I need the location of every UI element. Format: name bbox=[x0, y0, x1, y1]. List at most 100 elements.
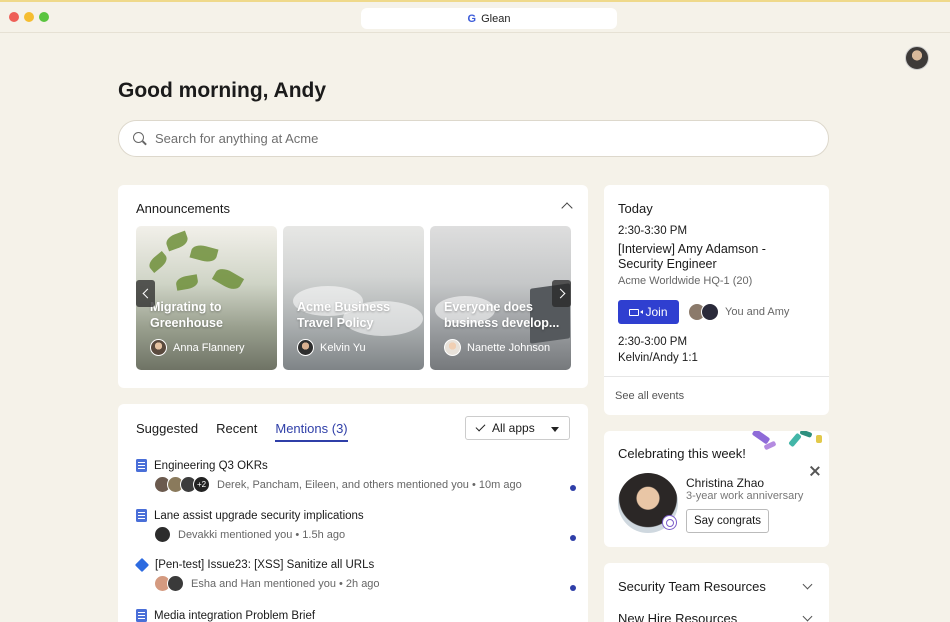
chevron-down-icon[interactable] bbox=[802, 611, 813, 622]
user-avatar[interactable] bbox=[905, 46, 929, 70]
address-bar[interactable]: G Glean bbox=[361, 8, 617, 29]
maximize-window-button[interactable] bbox=[39, 12, 49, 22]
doc-icon bbox=[136, 459, 147, 472]
event-time: 2:30-3:00 PM bbox=[618, 336, 688, 348]
item-meta: Derek, Pancham, Eileen, and others menti… bbox=[217, 478, 522, 491]
announcement-author: Anna Flannery bbox=[150, 339, 245, 356]
list-item[interactable]: [Pen-test] Issue23: [XSS] Sanitize all U… bbox=[134, 557, 576, 592]
avatar-stack: +2 bbox=[154, 476, 210, 493]
event-title[interactable]: [Interview] Amy Adamson - Security Engin… bbox=[618, 242, 808, 272]
jira-icon bbox=[134, 557, 150, 573]
minimize-window-button[interactable] bbox=[24, 12, 34, 22]
item-title: Lane assist upgrade security implication… bbox=[154, 509, 364, 522]
say-congrats-button[interactable]: Say congrats bbox=[686, 509, 769, 533]
celebration-card: Celebrating this week! Christina Zhao 3-… bbox=[604, 431, 829, 547]
resources-card: Security Team Resources New Hire Resourc… bbox=[604, 563, 829, 622]
page-title: Good morning, Andy bbox=[118, 79, 327, 102]
tab-recent[interactable]: Recent bbox=[216, 421, 257, 442]
list-item[interactable]: Media integration Problem Brief bbox=[136, 609, 576, 622]
announcement-title: Migrating to Greenhouse bbox=[150, 300, 223, 330]
announcement-title: Everyone does business develop... bbox=[444, 300, 560, 330]
all-apps-label: All apps bbox=[492, 421, 535, 435]
carousel-prev-button[interactable] bbox=[136, 280, 155, 307]
join-label: Join bbox=[645, 305, 668, 319]
confetti-decoration bbox=[816, 435, 822, 443]
announcement-tile[interactable]: Acme Business Travel Policy Kelvin Yu bbox=[283, 226, 424, 370]
leaf-decoration bbox=[189, 242, 219, 265]
check-icon bbox=[475, 421, 486, 432]
announcement-tile[interactable]: Everyone does business develop... Nanett… bbox=[430, 226, 571, 370]
item-title: Media integration Problem Brief bbox=[154, 609, 316, 622]
avatar bbox=[444, 339, 461, 356]
feed-card: Suggested Recent Mentions (3) All apps E… bbox=[118, 404, 588, 622]
list-item[interactable]: Lane assist upgrade security implication… bbox=[136, 509, 576, 543]
video-camera-icon bbox=[629, 308, 640, 316]
search-input[interactable] bbox=[155, 131, 755, 146]
confetti-decoration bbox=[788, 432, 802, 448]
attendees-label: You and Amy bbox=[725, 306, 790, 318]
leaf-decoration bbox=[146, 250, 170, 274]
search-icon bbox=[133, 131, 147, 146]
event-attendees: You and Amy bbox=[688, 303, 789, 321]
author-name: Anna Flannery bbox=[173, 341, 245, 354]
author-name: Kelvin Yu bbox=[320, 341, 366, 354]
award-badge-icon bbox=[662, 515, 677, 530]
event-location: Acme Worldwide HQ-1 (20) bbox=[618, 275, 753, 287]
avatar bbox=[701, 303, 719, 321]
event-time: 2:30-3:30 PM bbox=[618, 225, 688, 237]
unread-dot bbox=[570, 485, 576, 491]
avatar bbox=[154, 526, 171, 543]
all-apps-dropdown[interactable]: All apps bbox=[465, 416, 570, 440]
celebrant-name: Christina Zhao bbox=[686, 476, 765, 490]
leaf-decoration bbox=[164, 230, 190, 252]
author-name: Nanette Johnson bbox=[467, 341, 551, 354]
announcement-tile[interactable]: Migrating to Greenhouse Anna Flannery bbox=[136, 226, 277, 370]
caret-down-icon bbox=[551, 427, 559, 432]
avatar-stack bbox=[154, 526, 171, 543]
doc-icon bbox=[136, 609, 147, 622]
announcements-card: Announcements Migrating to Greenhouse An… bbox=[118, 185, 588, 388]
tab-mentions[interactable]: Mentions (3) bbox=[275, 421, 348, 442]
tab-title: Glean bbox=[481, 12, 511, 25]
avatar bbox=[167, 575, 184, 592]
glean-logo-icon: G bbox=[467, 12, 477, 25]
avatar bbox=[150, 339, 167, 356]
collapse-chevron-up-icon[interactable] bbox=[561, 202, 573, 214]
announcements-title: Announcements bbox=[136, 201, 230, 216]
item-meta: Esha and Han mentioned you • 2h ago bbox=[191, 577, 380, 590]
resource-section-new-hire[interactable]: New Hire Resources bbox=[618, 611, 737, 622]
join-button[interactable]: Join bbox=[618, 300, 679, 324]
celebration-subtitle: 3-year work anniversary bbox=[686, 490, 804, 502]
search-bar[interactable] bbox=[118, 120, 829, 157]
see-all-events-link[interactable]: See all events bbox=[615, 390, 684, 402]
item-meta: Devakki mentioned you • 1.5h ago bbox=[178, 528, 346, 541]
today-card: Today 2:30-3:30 PM [Interview] Amy Adams… bbox=[604, 185, 829, 415]
list-item[interactable]: Engineering Q3 OKRs +2 Derek, Pancham, E… bbox=[136, 459, 576, 493]
doc-icon bbox=[136, 509, 147, 522]
announcement-author: Kelvin Yu bbox=[297, 339, 366, 356]
unread-dot bbox=[570, 535, 576, 541]
confetti-decoration bbox=[799, 431, 813, 438]
feed-tabs: Suggested Recent Mentions (3) bbox=[136, 421, 348, 442]
today-title: Today bbox=[618, 201, 653, 216]
item-title: Engineering Q3 OKRs bbox=[154, 459, 268, 472]
divider bbox=[604, 376, 829, 377]
avatar bbox=[297, 339, 314, 356]
celebration-title: Celebrating this week! bbox=[618, 446, 746, 461]
item-title: [Pen-test] Issue23: [XSS] Sanitize all U… bbox=[155, 559, 375, 571]
leaf-decoration bbox=[211, 265, 245, 293]
close-window-button[interactable] bbox=[9, 12, 19, 22]
unread-dot bbox=[570, 585, 576, 591]
chevron-down-icon[interactable] bbox=[802, 579, 813, 590]
event-title[interactable]: Kelvin/Andy 1:1 bbox=[618, 352, 698, 364]
carousel-next-button[interactable] bbox=[552, 280, 571, 307]
announcement-author: Nanette Johnson bbox=[444, 339, 550, 356]
window-titlebar: G Glean bbox=[0, 0, 950, 33]
avatar-stack bbox=[154, 575, 184, 592]
close-icon[interactable] bbox=[810, 466, 820, 476]
leaf-decoration bbox=[175, 274, 199, 291]
resource-section-security[interactable]: Security Team Resources bbox=[618, 579, 766, 594]
avatar-more-count: +2 bbox=[193, 476, 210, 493]
tab-suggested[interactable]: Suggested bbox=[136, 421, 198, 442]
announcement-title: Acme Business Travel Policy bbox=[297, 300, 391, 330]
